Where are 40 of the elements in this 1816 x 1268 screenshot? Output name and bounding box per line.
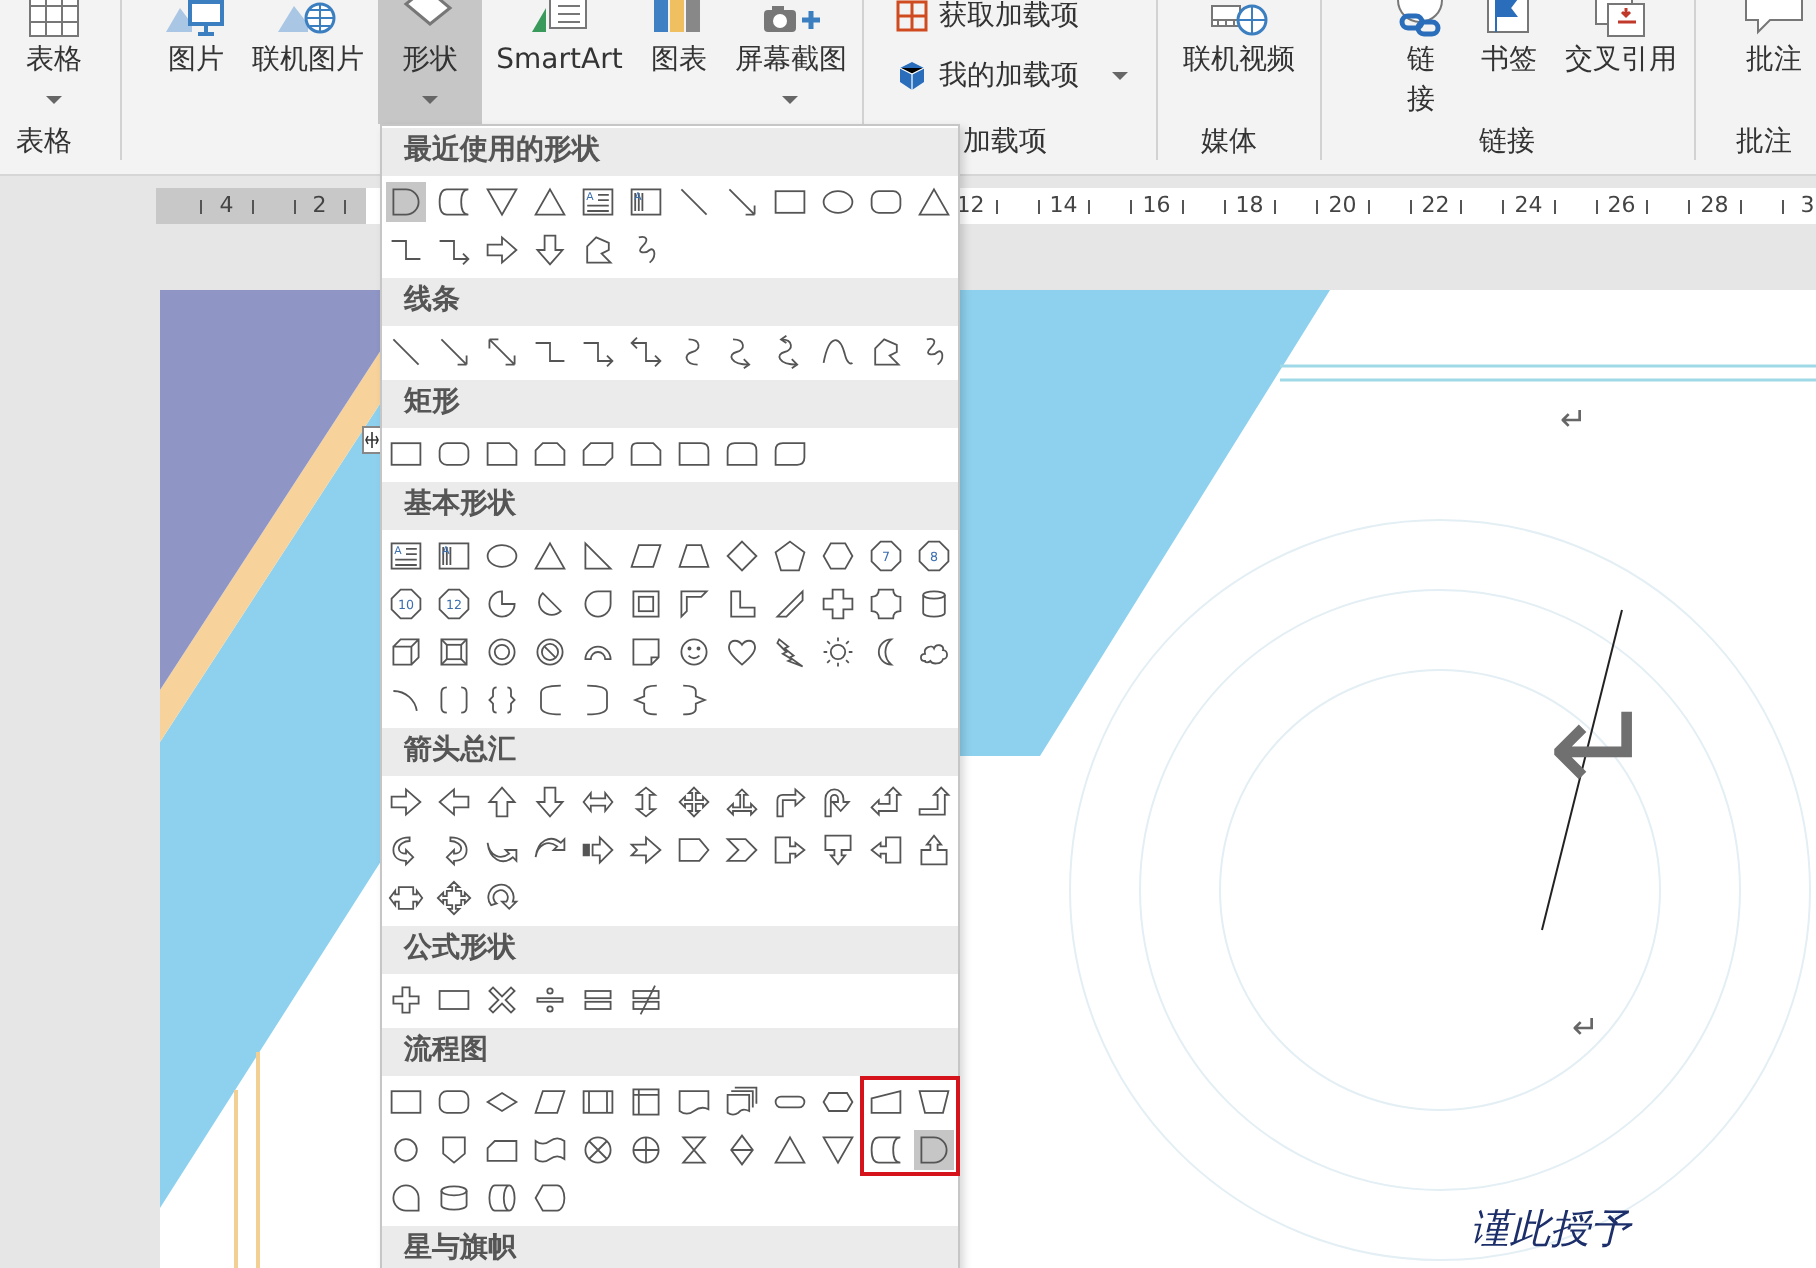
ruler-number: 16 — [1110, 188, 1203, 224]
paragraph-mark: ↵ — [1572, 1010, 1599, 1046]
ruler-number: 20 — [1296, 188, 1389, 224]
ruler-number: 26 — [1575, 188, 1668, 224]
section-heading: 公式形状 — [382, 926, 958, 974]
ribbon-button[interactable]: 图片 — [154, 0, 239, 124]
group-label: 媒体 — [1199, 124, 1260, 160]
ribbon-button[interactable]: 链接 — [1378, 0, 1463, 124]
section-heading: 星与旗帜 — [382, 1226, 958, 1268]
ruler-number: 4 — [180, 188, 273, 224]
ribbon-button[interactable]: 我的加载项 — [887, 52, 1156, 100]
section-heading: 流程图 — [382, 1028, 958, 1076]
section-heading: 矩形 — [382, 380, 958, 428]
ruler-number: 22 — [1389, 188, 1482, 224]
section-heading: 线条 — [382, 278, 958, 326]
group-label: 表格 — [14, 124, 74, 160]
ribbon-button[interactable]: 交叉引用 — [1554, 0, 1687, 124]
ruler-number: 24 — [1482, 188, 1575, 224]
ribbon-button[interactable]: 图表 — [636, 0, 721, 124]
group-label: 链接 — [1476, 124, 1537, 160]
ribbon-button[interactable]: 获取加载项 — [887, 0, 1156, 40]
ribbon-button[interactable]: 形状 — [378, 0, 483, 124]
ribbon-button[interactable]: 联机视频 — [1173, 0, 1306, 124]
ribbon-button[interactable]: 表格 — [12, 0, 96, 124]
ribbon-button[interactable]: SmartArt — [486, 0, 633, 124]
ruler-number: 14 — [1017, 188, 1110, 224]
paragraph-mark: ↵ — [1560, 402, 1587, 438]
ruler-number: 28 — [1668, 188, 1761, 224]
section-heading: 最近使用的形状 — [382, 128, 958, 176]
ribbon-button[interactable]: 书签 — [1466, 0, 1551, 124]
document-text: 谨此授予 — [1470, 1202, 1630, 1254]
ribbon-button[interactable]: 批注 — [1732, 0, 1816, 124]
ribbon-button[interactable]: 联机图片 — [242, 0, 375, 124]
section-heading: 基本形状 — [382, 482, 958, 530]
section-heading: 箭头总汇 — [382, 728, 958, 776]
group-label: 批注 — [1734, 124, 1794, 160]
group-label: 加载项 — [961, 124, 1050, 160]
ribbon-button[interactable]: 屏幕截图 — [724, 0, 857, 124]
ruler-number: 2 — [273, 188, 366, 224]
ruler-number: 18 — [1203, 188, 1296, 224]
